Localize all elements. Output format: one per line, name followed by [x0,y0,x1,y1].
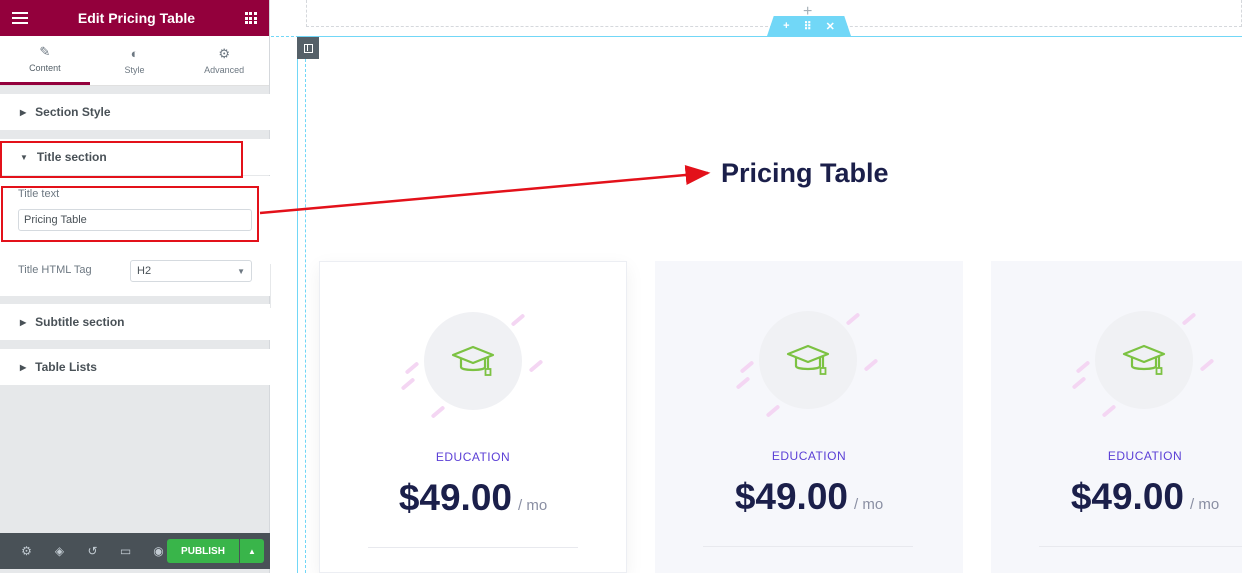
close-icon[interactable]: ✕ [826,20,835,33]
card-category: EDUCATION [1107,449,1183,463]
tab-content-label: Content [29,63,61,73]
decor-dash [1199,358,1215,372]
decor-dash [528,359,544,373]
decor-dash [510,313,526,327]
divider [1039,546,1242,547]
section-style-label: Section Style [35,105,111,119]
pricing-card[interactable]: EDUCATION $49.00 / mo [655,261,963,573]
card-price: $49.00 / mo [655,476,963,518]
table-lists-toggle[interactable]: ▶ Table Lists [0,349,270,385]
editor-panel: Edit Pricing Table ✎ Content ◐ Style ⚙ A… [0,0,270,573]
decor-dash [1181,312,1197,326]
settings-icon[interactable]: ⚙ [10,544,43,558]
caret-right-icon: ▶ [20,317,27,327]
add-section-icon[interactable]: + [783,20,789,32]
decor-dash [1101,404,1117,418]
pricing-table-heading[interactable]: Pricing Table [721,158,889,189]
chevron-down-icon: ▼ [237,266,245,276]
price-amount: $49.00 [734,476,848,517]
price-amount: $49.00 [1070,476,1184,517]
gear-icon: ⚙ [218,45,230,61]
tab-content[interactable]: ✎ Content [0,36,90,85]
subtitle-section-toggle[interactable]: ▶ Subtitle section [0,304,270,340]
decor-dash [735,376,751,390]
highlight-title-text [1,186,259,242]
half-circle-icon: ◐ [130,45,139,61]
tab-advanced-label: Advanced [204,64,245,75]
pencil-icon: ✎ [39,44,51,59]
section-handle[interactable]: + ⠿ ✕ [767,16,851,36]
card-price: $49.00 / mo [991,476,1242,518]
panel-tabs: ✎ Content ◐ Style ⚙ Advanced [0,36,269,86]
section-style-toggle[interactable]: ▶ Section Style [0,94,270,130]
decor-dash [400,377,416,391]
publish-options-button[interactable]: ▲ [240,539,264,563]
title-tag-label: Title HTML Tag [18,264,92,276]
history-icon[interactable]: ↺ [76,544,109,558]
caret-right-icon: ▶ [20,107,27,117]
decor-dash [765,404,781,418]
card-category: EDUCATION [435,450,511,464]
decor-dash [739,360,755,374]
graduation-cap-icon [451,345,495,376]
caret-right-icon: ▶ [20,362,27,372]
price-period: / mo [517,497,548,514]
column-icon [303,43,313,53]
column-handle[interactable] [297,37,319,59]
decor-dash [430,405,446,419]
decor-dash [404,361,420,375]
graduation-cap-icon [786,344,830,375]
title-tag-value: H2 [137,265,152,277]
panel-title: Edit Pricing Table [77,10,196,26]
table-lists-label: Table Lists [35,360,97,374]
panel-footer: ⚙ ◈ ↺ ▭ ◉ PUBLISH ▲ [0,533,270,569]
icon-circle [759,311,857,409]
responsive-monitor-icon[interactable]: ▭ [109,544,142,558]
menu-icon[interactable] [12,12,28,24]
divider [368,547,578,548]
tab-style-label: Style [124,64,145,75]
pricing-card[interactable]: EDUCATION $49.00 / mo [319,261,627,573]
title-tag-select[interactable]: H2 ▼ [130,260,252,282]
icon-circle [424,312,522,410]
card-price: $49.00 / mo [320,477,626,519]
panel-header: Edit Pricing Table [0,0,269,36]
pricing-card[interactable]: EDUCATION $49.00 / mo [991,261,1242,573]
divider [703,546,913,547]
tab-advanced[interactable]: ⚙ Advanced [179,36,269,85]
decor-dash [1071,376,1087,390]
icon-circle [1095,311,1193,409]
price-period: / mo [853,496,884,513]
highlight-title-section [0,141,243,178]
preview-canvas: + + ⠿ ✕ Pricing Table EDUCATION $49.00 / … [271,0,1242,573]
price-amount: $49.00 [398,477,512,518]
widgets-grid-icon[interactable] [244,12,257,24]
decor-dash [1075,360,1091,374]
navigator-layers-icon[interactable]: ◈ [43,544,76,558]
publish-button[interactable]: PUBLISH [167,539,239,563]
price-period: / mo [1189,496,1220,513]
decor-dash [845,312,861,326]
column-outline [305,59,306,573]
graduation-cap-icon [1122,344,1166,375]
drag-handle-icon[interactable]: ⠿ [804,20,812,33]
tab-style[interactable]: ◐ Style [90,36,180,85]
card-category: EDUCATION [771,449,847,463]
decor-dash [863,358,879,372]
subtitle-section-label: Subtitle section [35,315,125,329]
